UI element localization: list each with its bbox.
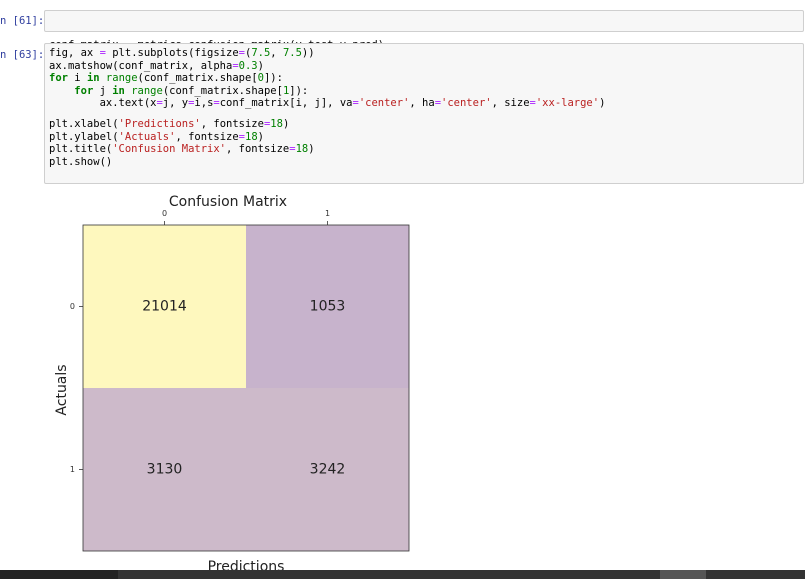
cell-value-label: 1053	[310, 299, 346, 315]
cell-prompt-61: n [61]:	[0, 15, 45, 27]
taskbar	[0, 570, 805, 579]
code-line: ax.matshow(conf_matrix, alpha=0.3)	[49, 59, 264, 72]
taskbar-segment	[660, 570, 706, 579]
code-line: fig, ax = plt.subplots(figsize=(7.5, 7.5…	[49, 47, 315, 59]
code-line: plt.xlabel('Predictions', fontsize=18)	[49, 117, 290, 130]
y-tick-label: 1	[70, 465, 75, 474]
confusion-matrix-chart: 21014 1053 3130 3242 0 1 0 1 Confusion Matrix Pre…	[54, 194, 410, 570]
code-line: for i in range(conf_matrix.shape[0]):	[49, 72, 283, 85]
code-line: plt.title('Confusion Matrix', fontsize=1…	[49, 143, 315, 156]
cell-value-label: 3242	[310, 462, 346, 478]
x-axis-label: Predictions	[208, 559, 285, 570]
y-axis-label: Actuals	[54, 364, 70, 415]
cell-value-label: 21014	[142, 299, 187, 315]
taskbar-segment	[0, 570, 118, 579]
x-tick-label: 1	[325, 209, 330, 218]
code-cell-61[interactable]: conf_matrix = metrics.confusion_matrix(y…	[44, 10, 804, 51]
code-line: ax.text(x=j, y=i,s=conf_matrix[i, j], va…	[49, 97, 606, 110]
chart-title: Confusion Matrix	[169, 194, 287, 210]
cell-value-label: 3130	[147, 462, 183, 478]
code-cell-63[interactable]: fig, ax = plt.subplots(figsize=(7.5, 7.5…	[44, 43, 804, 184]
x-tick-label: 0	[162, 209, 167, 218]
code-line: for j in range(conf_matrix.shape[1]):	[74, 84, 309, 97]
code-line: plt.ylabel('Actuals', fontsize=18)	[49, 130, 264, 143]
code-line: plt.show()	[49, 155, 113, 168]
y-tick-label: 0	[70, 302, 75, 311]
cell-prompt-63: n [63]:	[0, 49, 45, 61]
